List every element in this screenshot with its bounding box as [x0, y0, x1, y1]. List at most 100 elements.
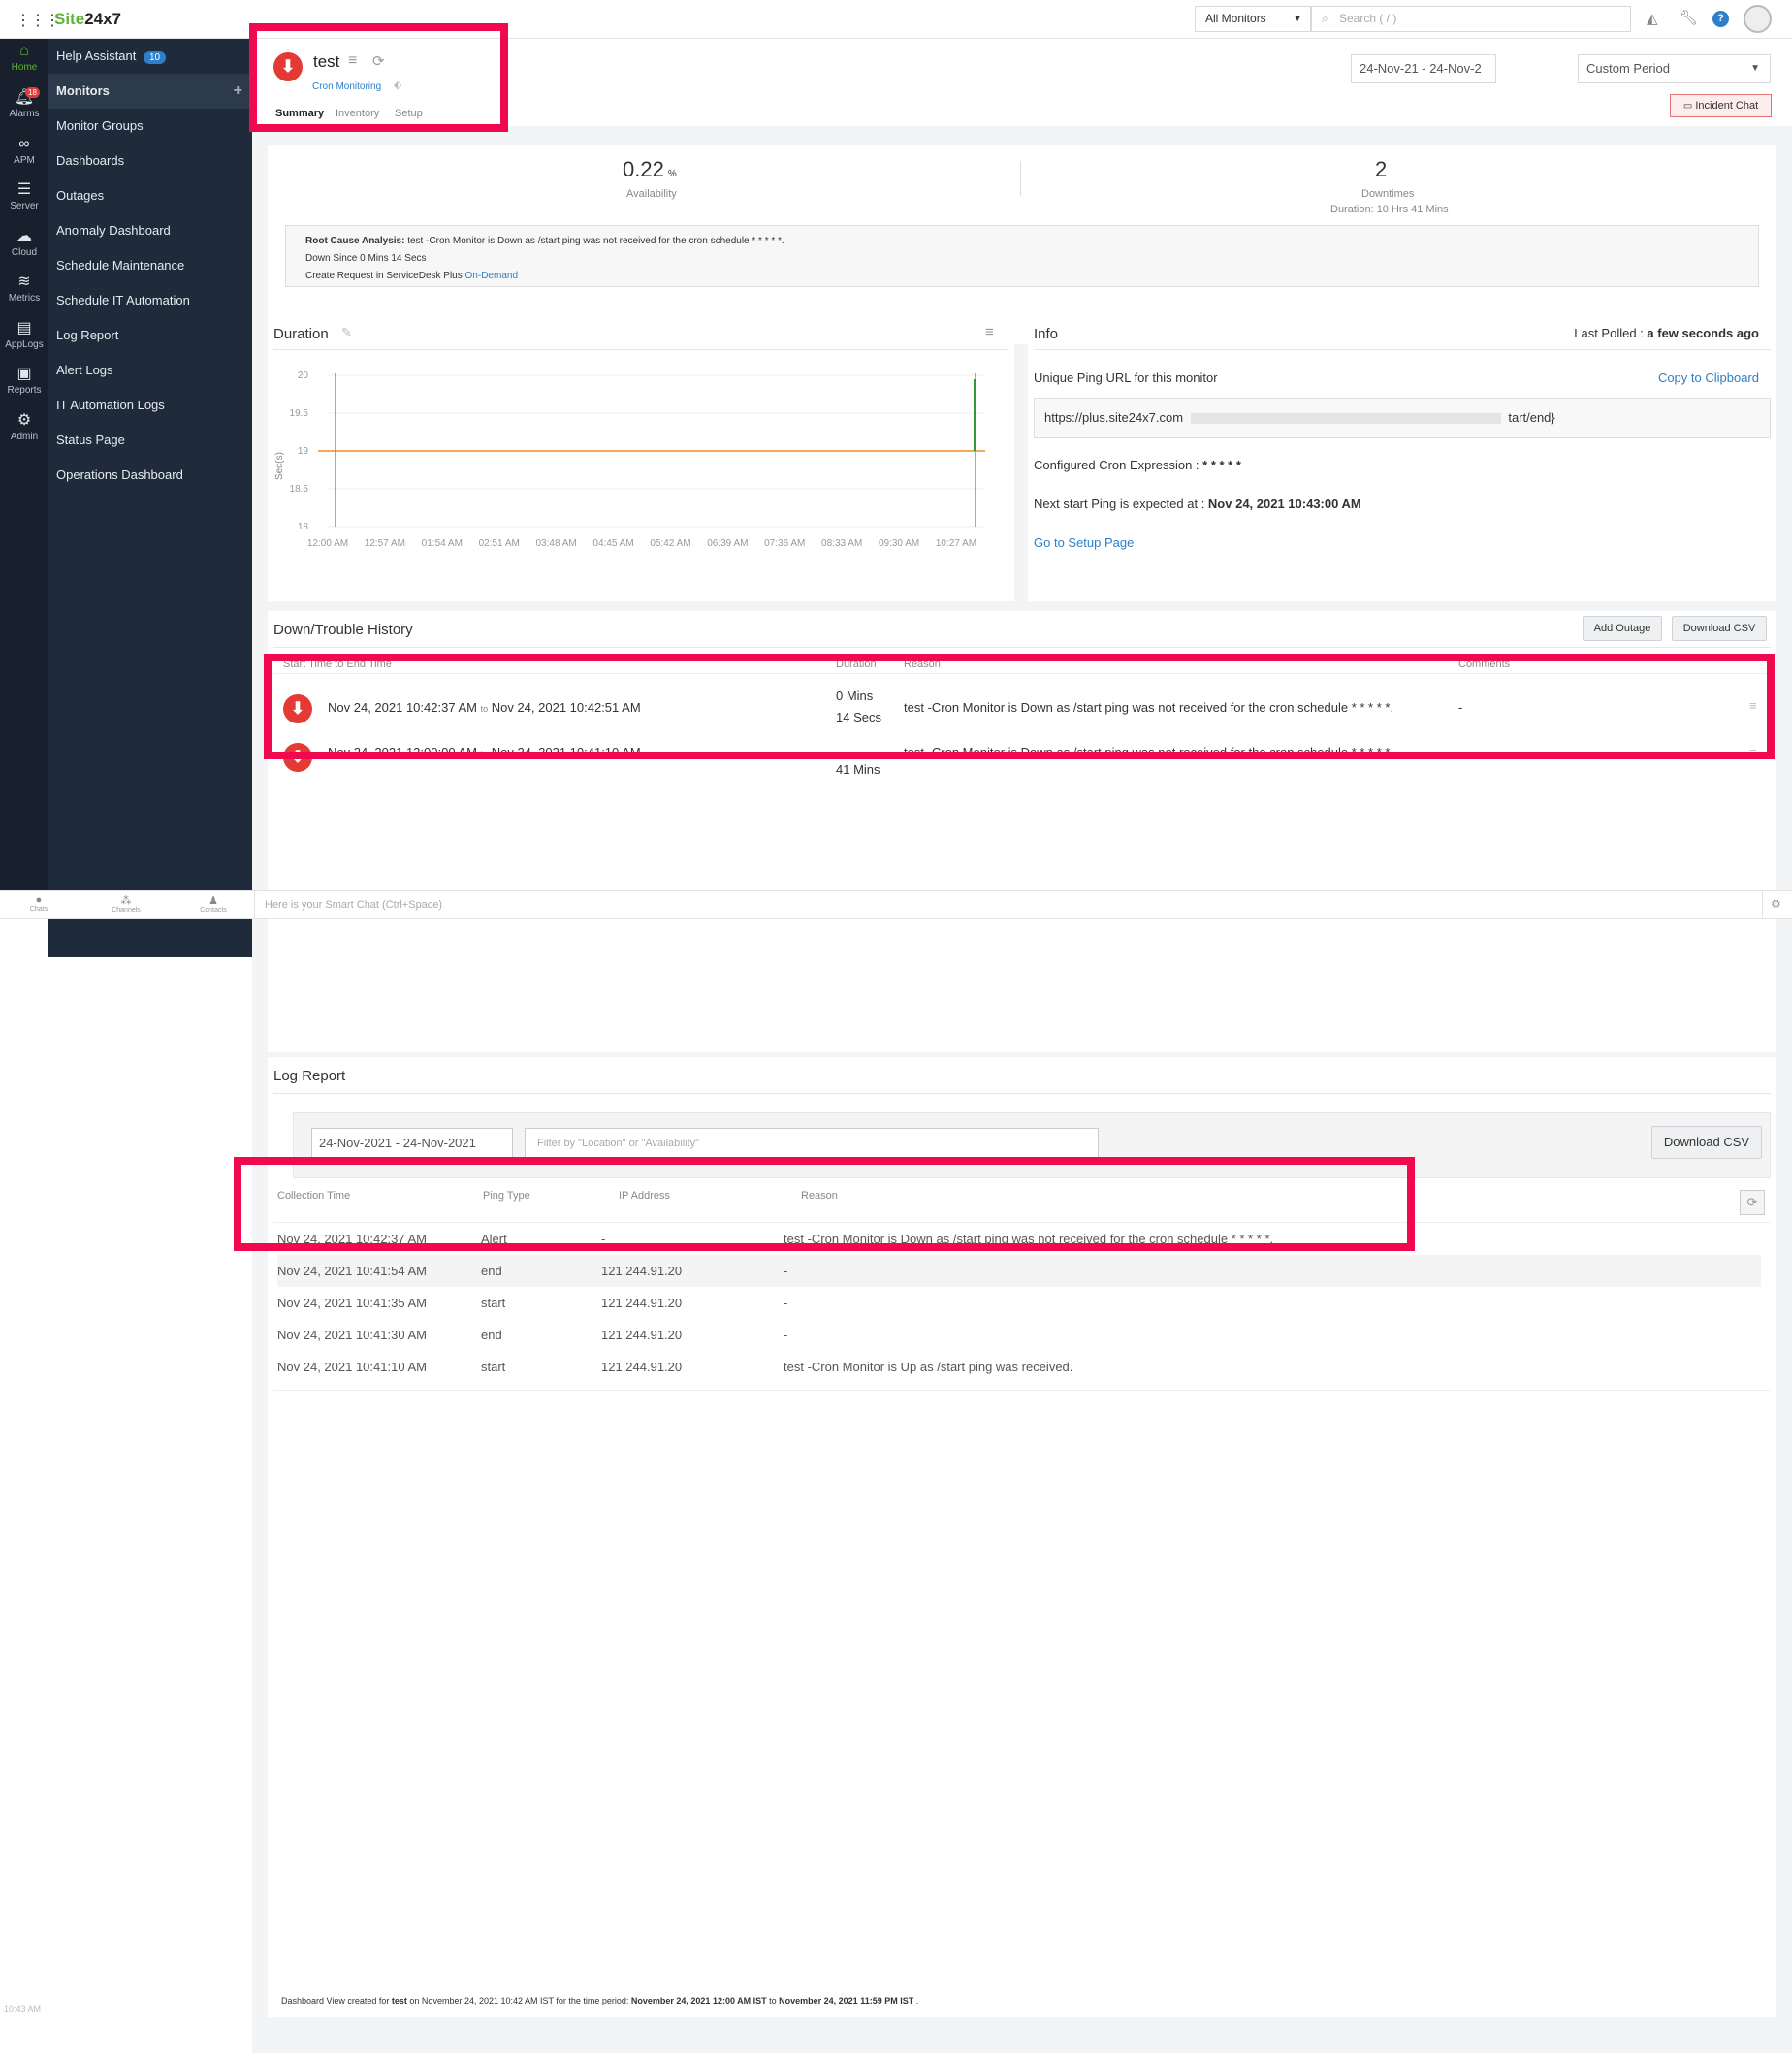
user-avatar[interactable]	[1744, 5, 1772, 33]
history-start: Nov 24, 2021 10:42:37 AM	[328, 700, 477, 715]
history-download-csv-button[interactable]: Download CSV	[1672, 616, 1767, 641]
main-content: ⬇ test ≡ ⟳ Cron Monitoring ⬖ Summary Inv…	[252, 39, 1792, 2053]
availability-unit: %	[667, 169, 677, 179]
log-date-range[interactable]: 24-Nov-2021 - 24-Nov-2021	[311, 1128, 513, 1159]
incident-chat-button[interactable]: ▭ Incident Chat	[1670, 94, 1772, 117]
footer-part2: on November 24, 2021 10:42 AM IST for th…	[406, 1996, 631, 2005]
rail-server[interactable]: ☰ Server	[0, 181, 48, 211]
ping-url-start: https://plus.site24x7.com	[1044, 410, 1184, 425]
rail-label: Server	[10, 201, 39, 211]
rail-admin[interactable]: ⚙ Admin	[0, 412, 48, 442]
rail-reports[interactable]: ▣ Reports	[0, 366, 48, 396]
period-select[interactable]: Custom Period ▼	[1578, 54, 1771, 83]
date-range-picker[interactable]: 24-Nov-21 - 24-Nov-2	[1351, 54, 1496, 83]
sidebar-item-status-page[interactable]: Status Page	[48, 423, 252, 458]
history-row[interactable]: ⬇ Nov 24, 2021 12:00:00 AM to Nov 24, 20…	[283, 735, 1776, 793]
log-type: end	[481, 1264, 502, 1278]
smart-chat-input[interactable]: Here is your Smart Chat (Ctrl+Space)	[254, 891, 1763, 918]
log-row[interactable]: Nov 24, 2021 10:41:30 AM end 121.244.91.…	[277, 1319, 1761, 1351]
home-icon: ⌂	[19, 43, 29, 59]
chat-tab-channels[interactable]: ⁂ Channels	[107, 894, 145, 914]
sidebar-item-monitors[interactable]: Monitors +	[48, 74, 252, 109]
log-time: Nov 24, 2021 10:41:10 AM	[277, 1360, 427, 1374]
last-polled-value: a few seconds ago	[1647, 326, 1759, 340]
sidebar-item-operations-dashboard[interactable]: Operations Dashboard	[48, 458, 252, 493]
monitor-select[interactable]: All Monitors ▼	[1195, 6, 1311, 32]
brand-logo[interactable]: Site24x7	[54, 10, 121, 29]
search-placeholder: Search ( / )	[1339, 12, 1397, 25]
ping-url-field[interactable]: https://plus.site24x7.com tart/end}	[1034, 398, 1771, 438]
log-row[interactable]: Nov 24, 2021 10:41:54 AM end 121.244.91.…	[277, 1255, 1761, 1287]
log-refresh-button[interactable]: ⟳	[1740, 1190, 1765, 1215]
edit-icon[interactable]: ✎	[341, 325, 352, 340]
log-row[interactable]: Nov 24, 2021 10:41:10 AM start 121.244.9…	[277, 1351, 1761, 1383]
monitor-type-link[interactable]: Cron Monitoring	[312, 81, 381, 92]
sidebar-item-schedule-it-automation[interactable]: Schedule IT Automation	[48, 283, 252, 318]
copy-to-clipboard-link[interactable]: Copy to Clipboard	[1658, 370, 1759, 385]
blank-panel	[268, 926, 1776, 1052]
sidebar-item-label: Operations Dashboard	[56, 467, 183, 482]
log-reason: test -Cron Monitor is Down as /start pin…	[784, 1232, 1274, 1246]
left-icon-rail: ⌂ Home 🔔︎ Alarms 18 ∞ APM ☰ Server ☁ Cloud ≋ M…	[0, 39, 48, 892]
x-tick-label: 10:27 AM	[936, 538, 976, 549]
sidebar-item-anomaly-dashboard[interactable]: Anomaly Dashboard	[48, 213, 252, 248]
sidebar-item-it-automation-logs[interactable]: IT Automation Logs	[48, 388, 252, 423]
rail-applogs[interactable]: ▤ AppLogs	[0, 320, 48, 350]
tab-inventory[interactable]: Inventory	[336, 108, 379, 119]
rail-alarms[interactable]: 🔔︎ Alarms 18	[0, 87, 48, 119]
log-row[interactable]: Nov 24, 2021 10:41:35 AM start 121.244.9…	[277, 1287, 1761, 1319]
chat-tab-chats[interactable]: ● Chats	[19, 894, 58, 913]
history-duration-secs: 14 Secs	[836, 710, 881, 724]
add-outage-button[interactable]: Add Outage	[1583, 616, 1662, 641]
sidebar-item-schedule-maintenance[interactable]: Schedule Maintenance	[48, 248, 252, 283]
sidebar-item-outages[interactable]: Outages	[48, 178, 252, 213]
announcement-icon[interactable]: ◭	[1647, 10, 1658, 27]
summary-divider	[1020, 161, 1021, 196]
sidebar-item-help-assistant[interactable]: Help Assistant 10	[48, 39, 252, 74]
tab-summary[interactable]: Summary	[275, 108, 324, 119]
log-reason: -	[784, 1296, 788, 1310]
rail-cloud[interactable]: ☁ Cloud	[0, 228, 48, 258]
rca-text: test -Cron Monitor is Down as /start pin…	[404, 236, 784, 246]
tab-setup[interactable]: Setup	[395, 108, 423, 119]
sidebar-item-label: Log Report	[56, 328, 119, 342]
plus-icon[interactable]: +	[234, 74, 242, 109]
rail-apm[interactable]: ∞ APM	[0, 136, 48, 166]
chat-settings-icon[interactable]: ⚙	[1771, 897, 1781, 911]
rail-label: Reports	[7, 385, 42, 396]
y-tick-label: 19.5	[290, 408, 309, 419]
chat-tab-contacts[interactable]: ♟ Contacts	[192, 894, 235, 914]
tag-icon[interactable]: ⬖	[394, 79, 401, 91]
history-row[interactable]: ⬇ Nov 24, 2021 10:42:37 AM to Nov 24, 20…	[283, 677, 1776, 735]
duration-card: Duration ✎ ≡ 20 19.5 19 18.5 18 12:00 AM 12:57…	[268, 315, 1014, 601]
log-row[interactable]: Nov 24, 2021 10:42:37 AM Alert - test -C…	[277, 1223, 1761, 1255]
search-icon: ⌕	[1322, 12, 1328, 25]
binoculars-icon: ∞	[18, 136, 30, 152]
y-tick-label: 19	[298, 446, 309, 457]
sidebar-item-dashboards[interactable]: Dashboards	[48, 144, 252, 178]
refresh-icon[interactable]: ⟳	[372, 52, 385, 70]
search-box[interactable]: ⌕ Search ( / )	[1311, 6, 1631, 32]
app-grid-icon[interactable]: ⋮⋮⋮	[16, 11, 60, 30]
setup-page-link[interactable]: Go to Setup Page	[1034, 535, 1134, 550]
sidebar-item-monitor-groups[interactable]: Monitor Groups	[48, 109, 252, 144]
ping-url-redacted	[1190, 413, 1501, 425]
rail-metrics[interactable]: ≋ Metrics	[0, 273, 48, 304]
row-menu-icon[interactable]: ≡	[1749, 745, 1757, 759]
rail-home[interactable]: ⌂ Home	[0, 43, 48, 73]
sidebar-item-alert-logs[interactable]: Alert Logs	[48, 353, 252, 388]
smart-chat-placeholder: Here is your Smart Chat (Ctrl+Space)	[265, 899, 443, 911]
log-download-csv-button[interactable]: Download CSV	[1651, 1126, 1762, 1159]
log-time: Nov 24, 2021 10:42:37 AM	[277, 1232, 427, 1246]
row-menu-icon[interactable]: ≡	[1749, 698, 1757, 713]
help-icon[interactable]: ?	[1712, 11, 1729, 27]
log-filter-input[interactable]: Filter by "Location" or "Availability"	[525, 1128, 1099, 1159]
history-reason: test -Cron Monitor is Down as /start pin…	[904, 745, 1394, 759]
sidebar-item-log-report[interactable]: Log Report	[48, 318, 252, 353]
wrench-icon[interactable]: 🔧︎	[1680, 9, 1698, 26]
menu-icon[interactable]: ≡	[348, 52, 357, 70]
on-demand-link[interactable]: On-Demand	[465, 271, 518, 281]
duration-title: Duration	[273, 326, 329, 342]
chart-menu-icon[interactable]: ≡	[985, 324, 994, 340]
brand-part-site: Site	[54, 10, 85, 28]
